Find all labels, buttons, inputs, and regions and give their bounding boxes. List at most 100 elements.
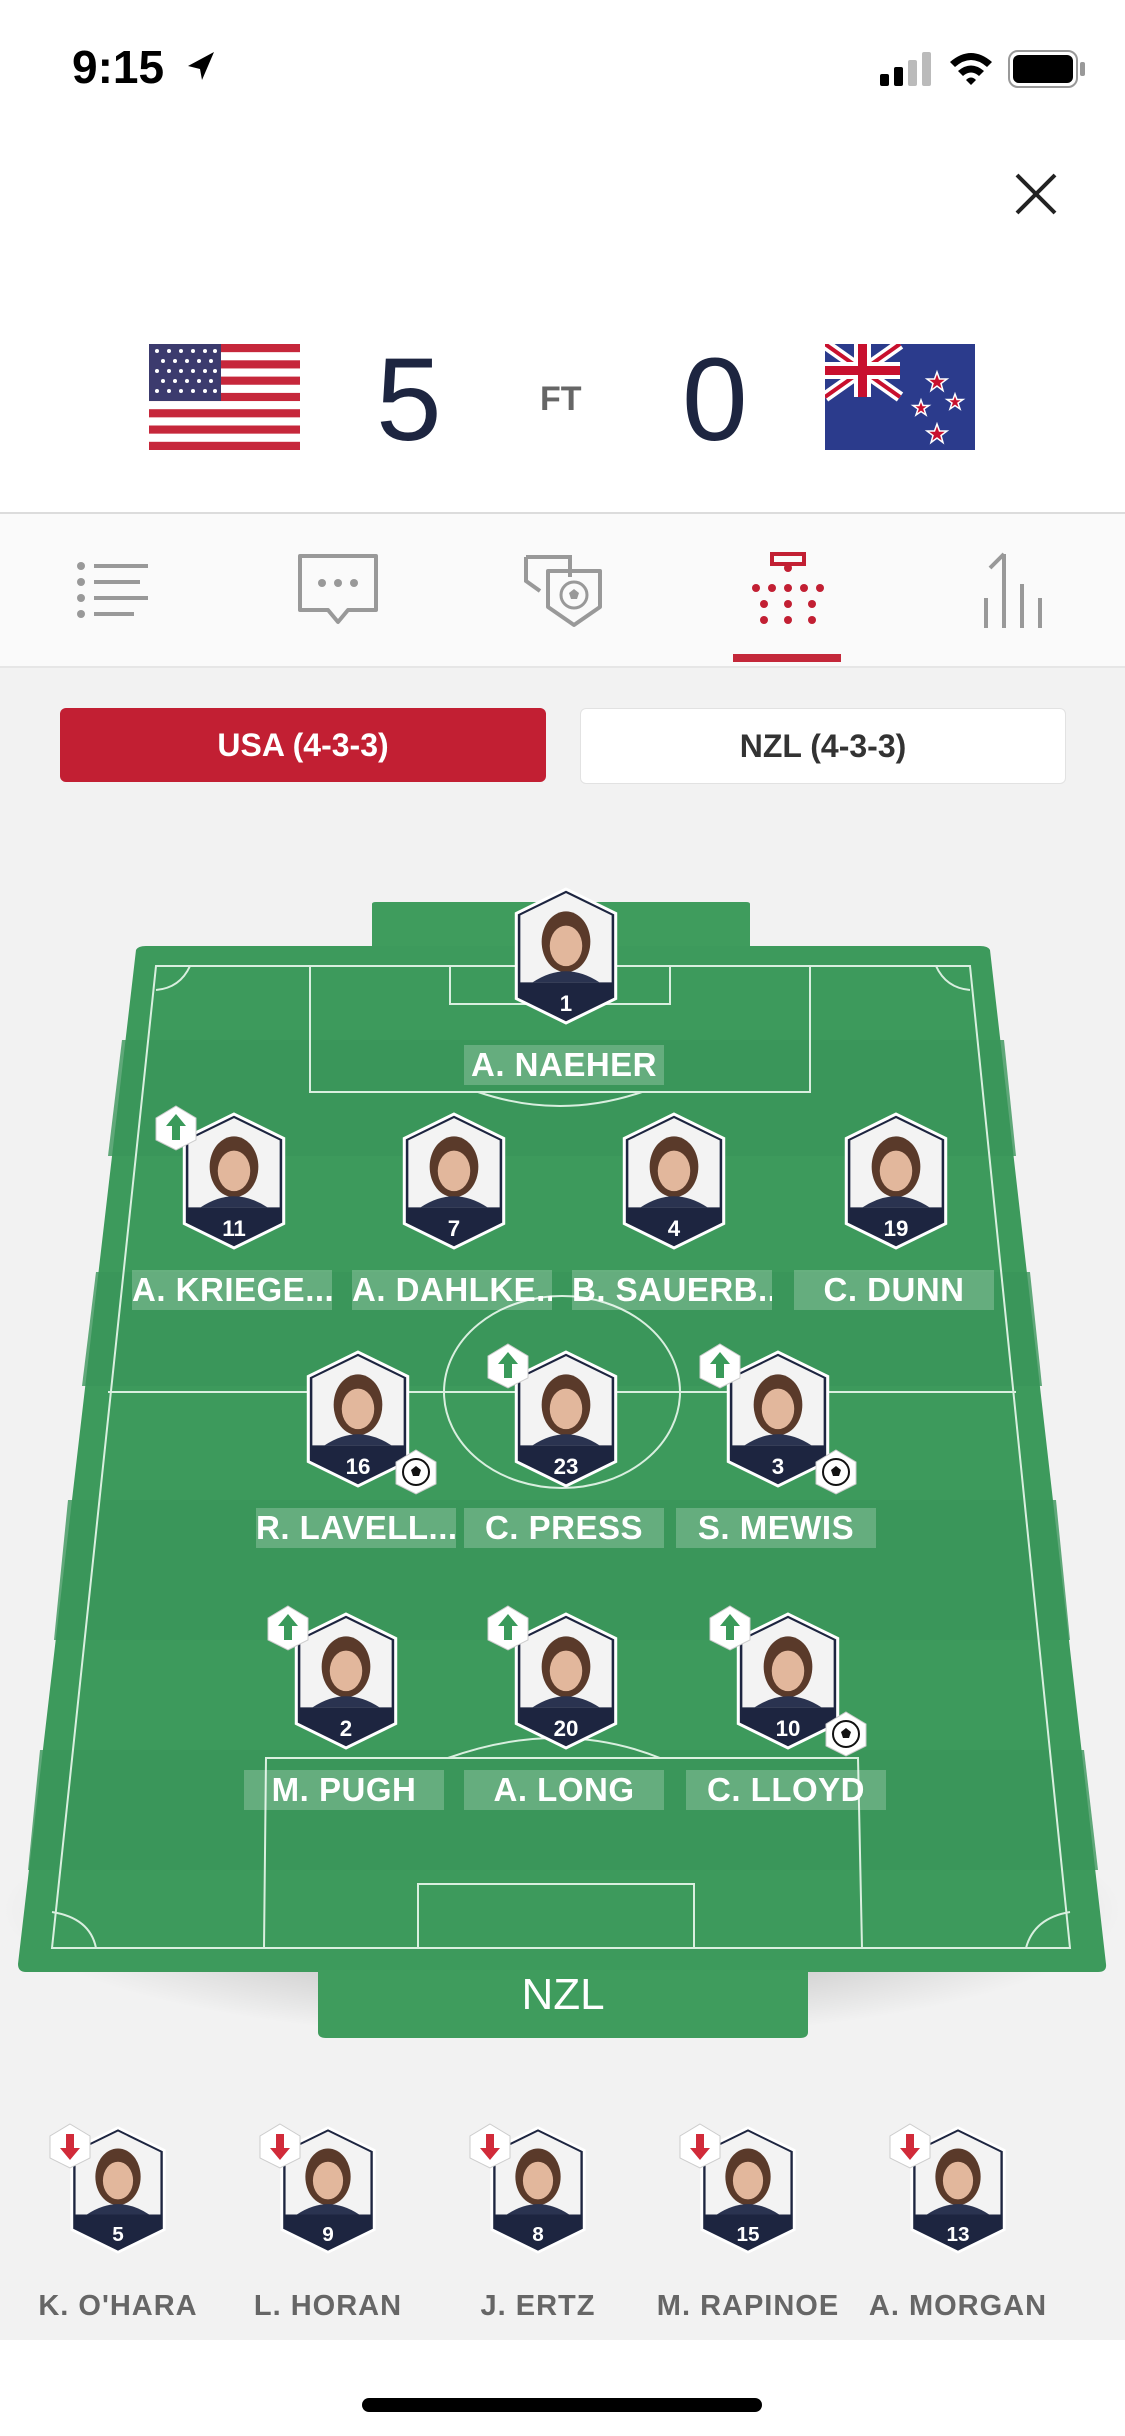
player-card[interactable]: 2 M. PUGH [244,1605,444,1850]
sub-in-arrow-icon [487,1343,529,1389]
bar-stats-icon [983,552,1042,628]
sub-in-arrow-icon [709,1605,751,1651]
home-score: 5 [376,334,442,466]
match-tabbar [0,512,1125,668]
player-name: A. LONG [464,1770,664,1810]
svg-text:20: 20 [554,1716,579,1741]
bench-player[interactable]: 13 A. MORGAN [858,2100,1058,2330]
match-status: FT [540,380,582,418]
list-icon [76,562,148,618]
player-name: A. KRIEGE... [132,1270,332,1310]
player-number-badge: 19 [844,1112,948,1250]
sub-out-arrow-icon [889,2123,931,2169]
player-number-badge: 7 [402,1112,506,1250]
svg-text:11: 11 [222,1216,246,1241]
bench-player-name: L. HORAN [253,2290,403,2322]
player-card[interactable]: 4 B. SAUERB... [572,1110,772,1350]
player-photo: 1 [510,885,622,1032]
bench-player[interactable]: 5 K. O'HARA [18,2100,218,2330]
team-toggle-usa[interactable]: USA (4-3-3) [60,708,546,782]
bench: 5 K. O'HARA 9 L. HORAN 8 J. ERTZ 15 M. RAPINOE 1… [0,2100,1125,2340]
player-photo: 7 [398,1110,510,1257]
sub-in-arrow-icon [155,1105,197,1151]
svg-text:16: 16 [346,1454,371,1479]
svg-text:10: 10 [776,1716,801,1741]
formation-icon [751,552,824,624]
team-toggle-nzl[interactable]: NZL (4-3-3) [580,708,1066,784]
player-name: S. MEWIS [676,1508,876,1548]
player-card[interactable]: 7 A. DAHLKE... [352,1110,552,1350]
player-card[interactable]: 23 C. PRESS [464,1343,664,1588]
tab-events[interactable] [450,514,675,666]
sub-out-arrow-icon [469,2123,511,2169]
bench-player[interactable]: 15 M. RAPINOE [648,2100,848,2330]
cellular-signal-icon [880,52,931,86]
svg-text:1: 1 [560,991,572,1016]
svg-text:8: 8 [532,2223,544,2246]
player-card[interactable]: 16 R. LAVELL... [256,1348,456,1588]
bench-player[interactable]: 9 L. HORAN [228,2100,428,2330]
player-name: C. PRESS [464,1508,664,1548]
player-photo: 19 [840,1110,952,1257]
sub-out-arrow-icon [49,2123,91,2169]
sub-in-arrow-icon [487,1605,529,1651]
svg-text:19: 19 [884,1216,909,1241]
bench-player-name: M. RAPINOE [656,2290,840,2322]
goal-ball-icon [395,1449,437,1495]
home-indicator [362,2398,762,2412]
player-photo: 4 [618,1110,730,1257]
tab-commentary[interactable] [225,514,450,666]
wifi-icon [950,53,992,85]
sub-out-arrow-icon [259,2123,301,2169]
player-number-badge: 1 [514,887,618,1025]
player-card[interactable]: 19 C. DUNN [794,1110,994,1350]
player-name: A. DAHLKE... [352,1270,552,1310]
player-card[interactable]: 11 A. KRIEGE... [132,1105,332,1350]
goal-ball-icon [815,1449,857,1495]
svg-text:15: 15 [736,2223,759,2246]
svg-text:4: 4 [668,1216,681,1241]
tab-summary[interactable] [0,514,225,666]
nzl-flag-icon[interactable] [825,344,975,450]
bench-player-name: A. MORGAN [868,2290,1048,2322]
player-name: C. LLOYD [686,1770,886,1810]
chat-bubble-icon [297,554,378,624]
player-name: M. PUGH [244,1770,444,1810]
shield-ball-icon [523,555,602,627]
battery-icon [1008,50,1085,88]
away-score: 0 [682,334,748,466]
bench-player-name: J. ERTZ [480,2290,596,2322]
score-row: 5 FT 0 [0,330,1125,470]
player-number-badge: 4 [622,1112,726,1250]
svg-text:2: 2 [340,1716,352,1741]
svg-text:9: 9 [322,2223,334,2246]
player-name: A. NAEHER [464,1045,664,1085]
active-tab-indicator [733,654,841,662]
player-card[interactable]: 10 C. LLOYD [686,1605,886,1850]
status-time: 9:15 [72,41,165,93]
svg-text:23: 23 [554,1454,579,1479]
usa-flag-icon[interactable] [149,344,300,450]
player-card[interactable]: 3 S. MEWIS [676,1343,876,1588]
goal-ball-icon [825,1711,867,1757]
svg-text:5: 5 [112,2223,124,2246]
player-name: R. LAVELL... [256,1508,456,1548]
bench-player-name: K. O'HARA [38,2290,198,2322]
player-card[interactable]: 1 A. NAEHER [464,885,664,1125]
sub-out-arrow-icon [679,2123,721,2169]
location-arrow-icon [188,52,214,80]
status-bar: 9:15 [0,0,1125,140]
opponent-label: NZL [521,1970,605,2019]
player-name: C. DUNN [794,1270,994,1310]
svg-text:13: 13 [946,2223,969,2246]
bottom-safe-area [0,2340,1125,2436]
player-card[interactable]: 20 A. LONG [464,1605,664,1850]
bench-player[interactable]: 8 J. ERTZ [438,2100,638,2330]
sub-in-arrow-icon [699,1343,741,1389]
close-icon[interactable] [1014,172,1058,216]
tab-stats[interactable] [900,514,1125,666]
tab-lineups[interactable] [675,514,900,666]
svg-text:3: 3 [772,1454,784,1479]
player-name: B. SAUERB... [572,1270,772,1310]
svg-text:7: 7 [448,1216,460,1241]
